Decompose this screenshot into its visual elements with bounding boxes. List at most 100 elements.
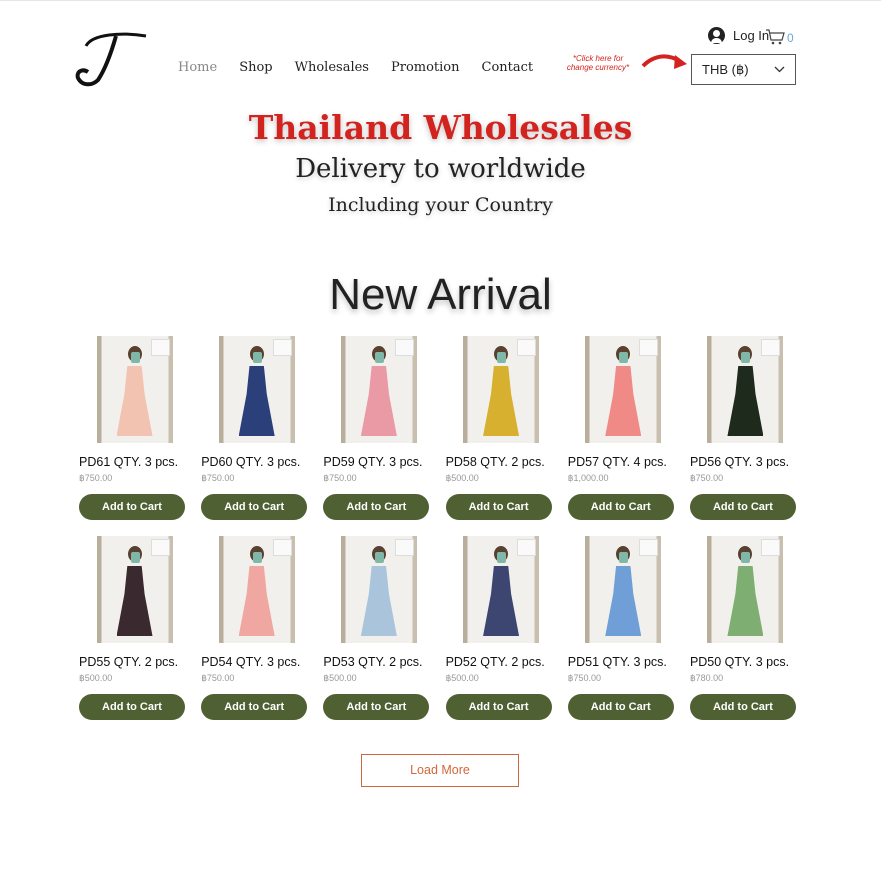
product-name[interactable]: PD51 QTY. 3 pcs. bbox=[568, 655, 679, 669]
product-card[interactable]: PD55 QTY. 2 pcs. ฿500.00 Add to Cart bbox=[79, 536, 190, 720]
phone-icon bbox=[619, 352, 629, 363]
dress-shape bbox=[605, 366, 642, 436]
product-name[interactable]: PD54 QTY. 3 pcs. bbox=[201, 655, 312, 669]
price-tag-sign bbox=[394, 539, 414, 556]
phone-icon bbox=[497, 352, 507, 363]
add-to-cart-button[interactable]: Add to Cart bbox=[445, 494, 552, 520]
dress-shape bbox=[483, 566, 520, 636]
load-more-button[interactable]: Load More bbox=[361, 754, 519, 787]
phone-icon bbox=[374, 352, 384, 363]
product-price: ฿500.00 bbox=[323, 673, 357, 683]
nav-promotion[interactable]: Promotion bbox=[391, 60, 460, 75]
dress-shape bbox=[116, 566, 153, 636]
dress-shape bbox=[727, 366, 764, 436]
site-logo[interactable] bbox=[72, 28, 152, 88]
product-image[interactable] bbox=[96, 336, 173, 443]
product-card[interactable]: PD54 QTY. 3 pcs. ฿750.00 Add to Cart bbox=[201, 536, 312, 720]
hero-subtitle: Delivery to worldwide bbox=[295, 154, 586, 184]
price-tag-sign bbox=[517, 339, 537, 356]
product-image[interactable] bbox=[340, 336, 417, 443]
dress-shape bbox=[238, 366, 275, 436]
product-name[interactable]: PD55 QTY. 2 pcs. bbox=[79, 655, 190, 669]
phone-icon bbox=[497, 552, 507, 563]
product-name[interactable]: PD58 QTY. 2 pcs. bbox=[446, 455, 557, 469]
product-card[interactable]: PD51 QTY. 3 pcs. ฿750.00 Add to Cart bbox=[567, 536, 679, 720]
nav-home[interactable]: Home bbox=[178, 60, 217, 75]
product-card[interactable]: PD52 QTY. 2 pcs. ฿500.00 Add to Cart bbox=[445, 536, 557, 720]
product-image[interactable] bbox=[707, 336, 784, 443]
phone-icon bbox=[130, 552, 140, 563]
login-label: Log In bbox=[733, 28, 770, 43]
dress-shape bbox=[483, 366, 520, 436]
cart-icon bbox=[766, 29, 785, 45]
price-tag-sign bbox=[761, 539, 781, 556]
product-name[interactable]: PD50 QTY. 3 pcs. bbox=[690, 655, 801, 669]
product-name[interactable]: PD57 QTY. 4 pcs. bbox=[568, 455, 679, 469]
product-name[interactable]: PD53 QTY. 2 pcs. bbox=[323, 655, 434, 669]
product-card[interactable]: PD61 QTY. 3 pcs. ฿750.00 Add to Cart bbox=[79, 336, 190, 520]
product-price: ฿750.00 bbox=[201, 673, 235, 683]
phone-icon bbox=[130, 352, 140, 363]
dress-shape bbox=[360, 566, 397, 636]
product-name[interactable]: PD61 QTY. 3 pcs. bbox=[79, 455, 190, 469]
dress-shape bbox=[238, 566, 275, 636]
add-to-cart-button[interactable]: Add to Cart bbox=[567, 494, 674, 520]
price-tag-sign bbox=[394, 339, 414, 356]
phone-icon bbox=[252, 552, 262, 563]
nav-contact[interactable]: Contact bbox=[482, 60, 534, 75]
product-name[interactable]: PD56 QTY. 3 pcs. bbox=[690, 455, 801, 469]
add-to-cart-button[interactable]: Add to Cart bbox=[323, 694, 430, 720]
price-tag-sign bbox=[639, 539, 659, 556]
price-tag-sign bbox=[272, 339, 292, 356]
product-image[interactable] bbox=[707, 536, 784, 643]
add-to-cart-button[interactable]: Add to Cart bbox=[689, 494, 796, 520]
price-tag-sign bbox=[639, 339, 659, 356]
product-card[interactable]: PD57 QTY. 4 pcs. ฿1,000.00 Add to Cart bbox=[567, 336, 679, 520]
price-tag-sign bbox=[272, 539, 292, 556]
add-to-cart-button[interactable]: Add to Cart bbox=[445, 694, 552, 720]
currency-select[interactable]: THB (฿) bbox=[691, 54, 796, 85]
price-tag-sign bbox=[761, 339, 781, 356]
add-to-cart-button[interactable]: Add to Cart bbox=[201, 494, 308, 520]
product-image[interactable] bbox=[585, 536, 662, 643]
product-card[interactable]: PD56 QTY. 3 pcs. ฿750.00 Add to Cart bbox=[689, 336, 801, 520]
main-nav: Home Shop Wholesales Promotion Contact bbox=[178, 60, 533, 75]
price-tag-sign bbox=[517, 539, 537, 556]
product-name[interactable]: PD60 QTY. 3 pcs. bbox=[201, 455, 312, 469]
product-image[interactable] bbox=[340, 536, 417, 643]
add-to-cart-button[interactable]: Add to Cart bbox=[567, 694, 674, 720]
chevron-down-icon bbox=[774, 66, 785, 73]
product-image[interactable] bbox=[218, 536, 295, 643]
product-price: ฿750.00 bbox=[201, 473, 235, 483]
cart-button[interactable]: 0 bbox=[765, 27, 795, 45]
dress-shape bbox=[605, 566, 642, 636]
product-grid: PD61 QTY. 3 pcs. ฿750.00 Add to Cart PD60 Q… bbox=[79, 336, 801, 720]
product-card[interactable]: PD53 QTY. 2 pcs. ฿500.00 Add to Cart bbox=[323, 536, 434, 720]
product-image[interactable] bbox=[96, 536, 173, 643]
dress-shape bbox=[116, 366, 153, 436]
product-card[interactable]: PD60 QTY. 3 pcs. ฿750.00 Add to Cart bbox=[201, 336, 312, 520]
product-price: ฿1,000.00 bbox=[567, 473, 609, 483]
product-card[interactable]: PD58 QTY. 2 pcs. ฿500.00 Add to Cart bbox=[445, 336, 557, 520]
add-to-cart-button[interactable]: Add to Cart bbox=[689, 694, 796, 720]
login-button[interactable]: Log In bbox=[708, 27, 769, 44]
add-to-cart-button[interactable]: Add to Cart bbox=[323, 494, 430, 520]
product-name[interactable]: PD52 QTY. 2 pcs. bbox=[446, 655, 557, 669]
add-to-cart-button[interactable]: Add to Cart bbox=[201, 694, 308, 720]
product-price: ฿750.00 bbox=[79, 473, 113, 483]
top-border bbox=[0, 0, 881, 1]
product-image[interactable] bbox=[585, 336, 662, 443]
product-image[interactable] bbox=[463, 536, 540, 643]
dress-shape bbox=[360, 366, 397, 436]
nav-wholesales[interactable]: Wholesales bbox=[295, 60, 369, 75]
add-to-cart-button[interactable]: Add to Cart bbox=[79, 694, 185, 720]
product-image[interactable] bbox=[463, 336, 540, 443]
price-tag-sign bbox=[150, 339, 170, 356]
product-card[interactable]: PD59 QTY. 3 pcs. ฿750.00 Add to Cart bbox=[323, 336, 434, 520]
add-to-cart-button[interactable]: Add to Cart bbox=[79, 494, 185, 520]
product-name[interactable]: PD59 QTY. 3 pcs. bbox=[323, 455, 434, 469]
product-card[interactable]: PD50 QTY. 3 pcs. ฿780.00 Add to Cart bbox=[689, 536, 801, 720]
nav-shop[interactable]: Shop bbox=[239, 60, 272, 75]
phone-icon bbox=[619, 552, 629, 563]
product-image[interactable] bbox=[218, 336, 295, 443]
